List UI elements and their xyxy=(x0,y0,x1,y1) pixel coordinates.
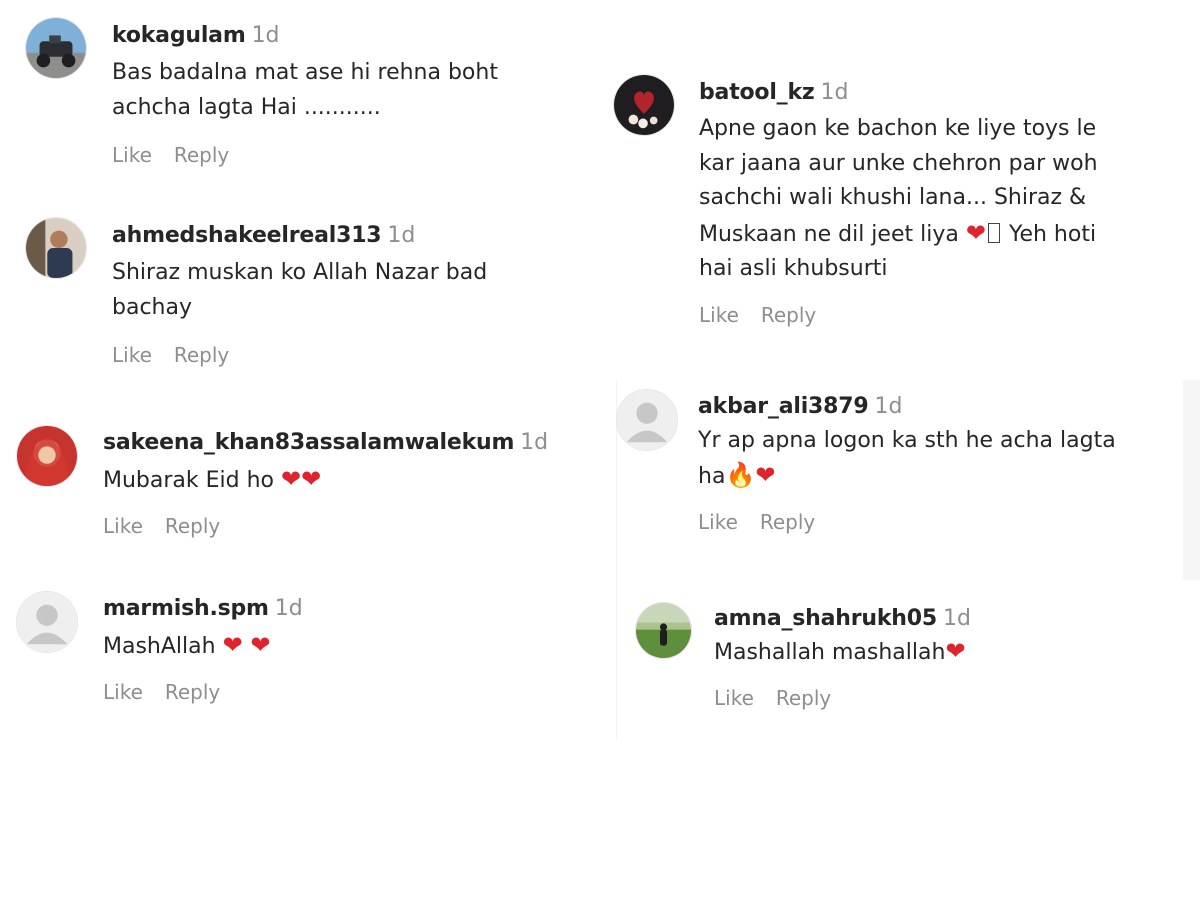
divider xyxy=(616,380,617,740)
username[interactable]: kokagulam xyxy=(112,23,246,48)
heart-emoji: ❤ xyxy=(755,461,776,489)
user-avatar[interactable] xyxy=(16,591,78,653)
username[interactable]: amna_shahrukh05 xyxy=(714,606,937,631)
username[interactable]: sakeena_khan83assalamwalekum xyxy=(103,430,514,455)
default-user-avatar xyxy=(617,390,677,450)
like-button[interactable]: Like xyxy=(714,686,754,710)
reply-button[interactable]: Reply xyxy=(776,686,831,710)
comment-text: Shiraz muskan ko Allah Nazar bad bachay xyxy=(112,260,488,320)
comment-text: Bas badalna mat ase hi rehna boht achcha… xyxy=(112,60,498,120)
reply-button[interactable]: Reply xyxy=(760,510,815,534)
timestamp[interactable]: 1d xyxy=(252,23,280,48)
reply-button[interactable]: Reply xyxy=(174,343,229,367)
user-avatar[interactable] xyxy=(616,389,678,451)
comment-text: MashAllah ❤ ❤ xyxy=(103,631,271,659)
man-photo-avatar xyxy=(26,218,86,278)
timestamp[interactable]: 1d xyxy=(943,606,971,631)
username[interactable]: ahmedshakeelreal313 xyxy=(112,223,382,248)
like-button[interactable]: Like xyxy=(103,680,143,704)
timestamp[interactable]: 1d xyxy=(520,430,548,455)
username[interactable]: batool_kz xyxy=(699,80,815,105)
user-avatar[interactable] xyxy=(25,17,87,79)
heart-balloons-photo-avatar xyxy=(614,75,674,135)
red-scarf-photo-avatar xyxy=(17,426,77,486)
divider xyxy=(1183,380,1200,580)
heart-emoji: ❤ xyxy=(945,637,966,665)
heart-emoji: ❤❤ xyxy=(281,465,322,493)
user-avatar[interactable] xyxy=(16,425,78,487)
timestamp[interactable]: 1d xyxy=(821,80,849,105)
username[interactable]: akbar_ali3879 xyxy=(698,394,869,419)
like-button[interactable]: Like xyxy=(112,143,152,167)
reply-button[interactable]: Reply xyxy=(174,143,229,167)
motorbike-photo-avatar xyxy=(26,18,86,78)
default-user-avatar xyxy=(17,592,77,652)
missing-glyph-icon xyxy=(987,222,1000,243)
comment-text: Mashallah mashallah❤ xyxy=(714,637,966,665)
heart-emoji: ❤ ❤ xyxy=(222,631,271,659)
comment-text: Mubarak Eid ho ❤❤ xyxy=(103,465,322,493)
like-button[interactable]: Like xyxy=(699,303,739,327)
like-button[interactable]: Like xyxy=(698,510,738,534)
reply-button[interactable]: Reply xyxy=(761,303,816,327)
timestamp[interactable]: 1d xyxy=(387,223,415,248)
like-button[interactable]: Like xyxy=(112,343,152,367)
like-button[interactable]: Like xyxy=(103,514,143,538)
heart-emoji: ❤ xyxy=(965,218,986,247)
comment-text: Yr ap apna logon ka sth he acha lagta ha… xyxy=(698,428,1116,489)
comment-text: Apne gaon ke bachon ke liye toys le kar … xyxy=(699,116,1098,281)
reply-button[interactable]: Reply xyxy=(165,514,220,538)
username[interactable]: marmish.spm xyxy=(103,596,269,621)
fire-emoji: 🔥 xyxy=(725,461,756,489)
user-avatar[interactable] xyxy=(25,217,87,279)
user-avatar[interactable] xyxy=(635,602,692,659)
user-avatar[interactable] xyxy=(613,74,675,136)
timestamp[interactable]: 1d xyxy=(874,394,902,419)
reply-button[interactable]: Reply xyxy=(165,680,220,704)
timestamp[interactable]: 1d xyxy=(275,596,303,621)
green-field-photo-avatar xyxy=(636,603,691,658)
